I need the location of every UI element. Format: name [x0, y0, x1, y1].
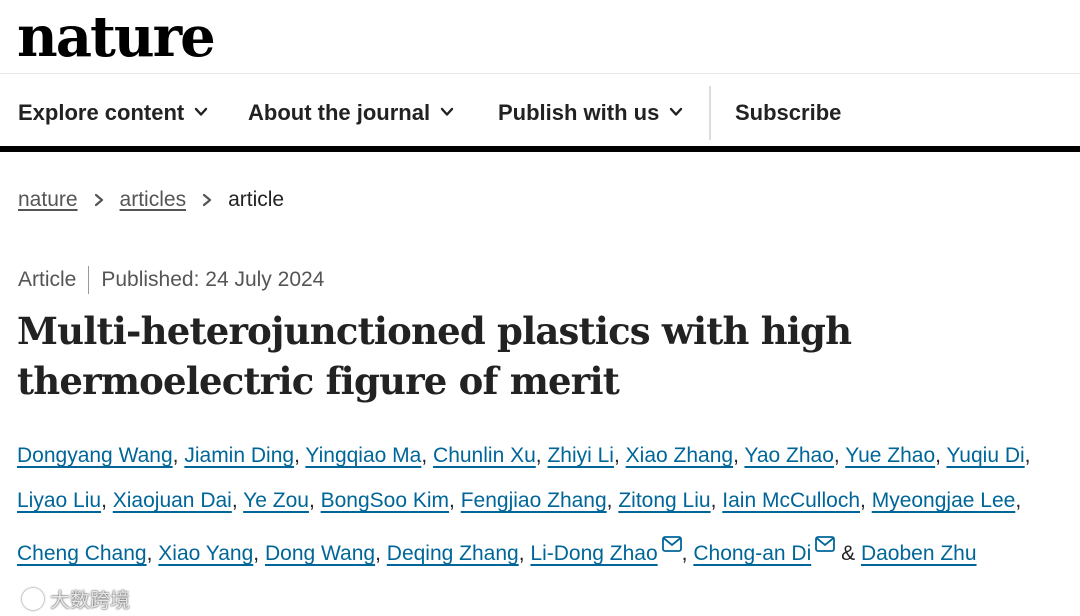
author-separator-last: & — [841, 542, 856, 565]
published-date: Published: 24 July 2024 — [101, 268, 325, 291]
author-separator: , — [253, 542, 260, 565]
breadcrumb-current: article — [228, 188, 285, 211]
nav-subscribe[interactable]: Subscribe — [735, 74, 841, 152]
watermark-text: 大数跨境 — [50, 590, 130, 612]
author-separator: , — [860, 489, 866, 512]
nav-divider — [709, 86, 711, 140]
author-separator: , — [935, 444, 941, 467]
nav-about-journal-label: About the journal — [248, 100, 431, 125]
author-separator: , — [375, 542, 381, 565]
breadcrumb: nature articles article — [18, 188, 284, 212]
author-link[interactable]: Jiamin Ding — [184, 444, 294, 467]
article-type: Article — [18, 268, 77, 291]
author-link[interactable]: Chong-an Di — [693, 542, 811, 565]
author-separator: , — [606, 489, 613, 512]
watermark-logo-icon — [22, 587, 44, 610]
email-icon[interactable] — [815, 523, 836, 552]
watermark: 大数跨境 — [22, 584, 130, 613]
author-separator: , — [101, 489, 107, 512]
author-separator: , — [710, 489, 717, 512]
author-link[interactable]: Iain McCulloch — [722, 489, 860, 512]
author-link[interactable]: Xiao Yang — [158, 542, 253, 565]
author-separator: , — [146, 542, 153, 565]
author-link[interactable]: Daoben Zhu — [861, 542, 977, 565]
author-link[interactable]: Xiaojuan Dai — [113, 489, 232, 512]
author-link[interactable]: Zhiyi Li — [547, 444, 614, 467]
author-link[interactable]: Yue Zhao — [845, 444, 935, 467]
author-separator: , — [294, 444, 300, 467]
nav-explore-content[interactable]: Explore content — [18, 74, 208, 152]
author-link[interactable]: BongSoo Kim — [321, 489, 449, 512]
author-link[interactable]: Yuqiu Di — [946, 444, 1024, 467]
author-link[interactable]: Yao Zhao — [744, 444, 834, 467]
nav-publish-with-us-label: Publish with us — [498, 100, 660, 125]
breadcrumb-articles[interactable]: articles — [120, 188, 187, 212]
author-link[interactable]: Chunlin Xu — [433, 444, 536, 467]
nature-logo[interactable]: nature — [17, 2, 216, 72]
author-link[interactable]: Myeongjae Lee — [872, 489, 1016, 512]
breadcrumb-nature[interactable]: nature — [18, 188, 78, 212]
author-separator: , — [733, 444, 739, 467]
author-link[interactable]: Dongyang Wang — [17, 444, 173, 467]
author-separator: , — [172, 444, 179, 467]
author-separator: , — [613, 444, 620, 467]
author-link[interactable]: Zitong Liu — [618, 489, 710, 512]
nav-about-journal[interactable]: About the journal — [248, 74, 454, 152]
author-separator: , — [421, 444, 428, 467]
article-meta: Article Published: 24 July 2024 — [18, 266, 324, 294]
author-link[interactable]: Liyao Liu — [17, 489, 101, 512]
author-separator: , — [833, 444, 840, 467]
chevron-right-icon — [94, 193, 103, 207]
author-link[interactable]: Li-Dong Zhao — [530, 542, 657, 565]
author-separator: , — [308, 489, 315, 512]
author-link[interactable]: Ye Zou — [243, 489, 309, 512]
author-link[interactable]: Fengjiao Zhang — [461, 489, 607, 512]
chevron-right-icon — [202, 193, 212, 207]
author-link[interactable]: Xiao Zhang — [626, 444, 733, 467]
author-separator: , — [231, 489, 238, 512]
email-icon[interactable] — [661, 523, 682, 552]
author-link[interactable]: Dong Wang — [265, 542, 375, 565]
main-nav: Explore content About the journal Publis… — [0, 74, 1080, 152]
author-link[interactable]: Cheng Chang — [17, 542, 147, 565]
author-separator: , — [1024, 444, 1031, 467]
chevron-down-icon — [440, 107, 454, 116]
author-separator: , — [681, 542, 688, 565]
nav-explore-content-label: Explore content — [18, 100, 185, 125]
site-header: nature — [0, 0, 1080, 74]
nav-subscribe-label: Subscribe — [735, 100, 842, 125]
meta-divider — [88, 266, 90, 294]
author-separator: , — [449, 489, 455, 512]
nav-publish-with-us[interactable]: Publish with us — [498, 74, 683, 152]
author-separator: , — [518, 542, 525, 565]
author-list: Dongyang Wang, Jiamin Ding, Yingqiao Ma,… — [17, 433, 1067, 576]
article-title: Multi-heterojunctioned plastics with hig… — [17, 309, 852, 403]
chevron-down-icon — [670, 107, 683, 116]
author-link[interactable]: Yingqiao Ma — [305, 444, 421, 467]
chevron-down-icon — [195, 107, 208, 116]
author-separator: , — [1015, 489, 1022, 512]
author-link[interactable]: Deqing Zhang — [387, 542, 519, 565]
author-separator: , — [535, 444, 542, 467]
